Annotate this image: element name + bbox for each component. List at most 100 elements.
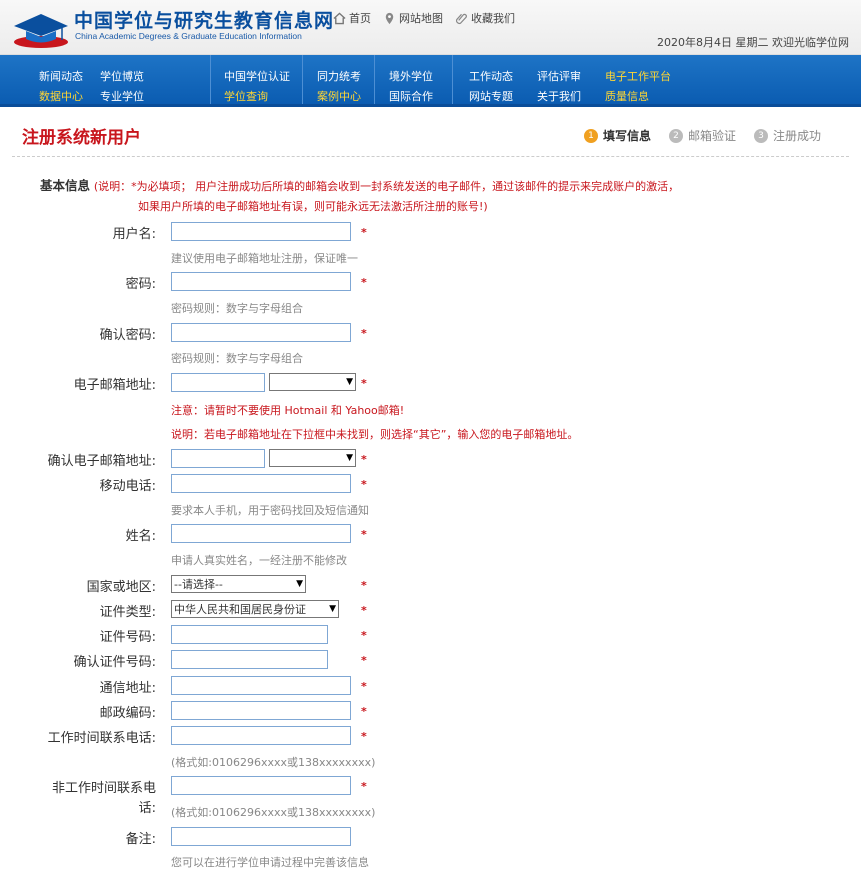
- country-select-value: --请选择--: [174, 578, 223, 591]
- sitemap-link-label: 网站地图: [399, 12, 443, 25]
- title-row: 注册系统新用户 1 填写信息 2 邮箱验证 3 注册成功: [12, 107, 849, 157]
- nav-degree-query[interactable]: 学位查询: [224, 88, 268, 104]
- confirm-id-number-label: 确认证件号码:: [73, 655, 156, 670]
- postcode-input[interactable]: [171, 701, 351, 720]
- step-number: 3: [753, 128, 768, 143]
- required-mark: *: [361, 629, 367, 642]
- location-pin-icon: [385, 12, 394, 24]
- mobile-label: 移动电话:: [99, 479, 156, 494]
- top-links: 首页 网站地图 收藏我们: [333, 10, 515, 26]
- chevron-down-icon: ▼: [296, 579, 303, 589]
- password-label: 密码:: [125, 277, 156, 292]
- nav-data-center[interactable]: 数据中心: [39, 88, 83, 104]
- confirm-email-domain-select[interactable]: ▼: [269, 449, 356, 467]
- paperclip-icon: [455, 13, 467, 24]
- remark-hint: 您可以在进行学位申请过程中完善该信息: [171, 856, 369, 869]
- nav-degree-cert[interactable]: 中国学位认证: [224, 68, 290, 84]
- remark-input[interactable]: [171, 827, 351, 846]
- required-mark: *: [361, 528, 367, 541]
- postcode-label: 邮政编码:: [99, 706, 156, 721]
- off-phone-input[interactable]: [171, 776, 351, 795]
- required-mark: *: [361, 579, 367, 592]
- nav-overseas-degree[interactable]: 境外学位: [389, 68, 433, 84]
- favorite-link[interactable]: 收藏我们: [455, 10, 515, 26]
- nav-separator: [374, 55, 375, 104]
- nav-degree-expo[interactable]: 学位博览: [100, 68, 144, 84]
- confirm-email-user-input[interactable]: [171, 449, 265, 468]
- off-phone-label: 非工作时间联系电: [51, 781, 156, 796]
- site-subtitle: China Academic Degrees & Graduate Educat…: [75, 31, 302, 41]
- id-number-input[interactable]: [171, 625, 328, 644]
- id-number-label: 证件号码:: [99, 630, 156, 645]
- progress-steps: 1 填写信息 2 邮箱验证 3 注册成功: [583, 127, 821, 144]
- step-label: 邮箱验证: [687, 129, 736, 143]
- email-note: 说明：若电子邮箱地址在下拉框中未找到，则选择“其它”，输入您的电子邮箱地址。: [171, 428, 579, 441]
- chevron-down-icon: ▼: [329, 604, 336, 614]
- home-link-label: 首页: [349, 12, 371, 25]
- required-mark: *: [361, 478, 367, 491]
- step-fill-info: 1 填写信息: [583, 127, 651, 144]
- off-phone-label-wrap: 话:: [138, 801, 156, 816]
- section-note-continued: 如果用户所填的电子邮箱地址有误，则可能永远无法激活所注册的账号!): [138, 200, 488, 213]
- required-mark: *: [361, 780, 367, 793]
- required-mark: *: [361, 276, 367, 289]
- country-label: 国家或地区:: [86, 580, 156, 595]
- sitemap-link[interactable]: 网站地图: [383, 10, 443, 26]
- home-icon: [333, 11, 346, 24]
- site-header: 中国学位与研究生教育信息网 China Academic Degrees & G…: [0, 0, 861, 55]
- step-label: 注册成功: [772, 129, 821, 143]
- email-domain-select[interactable]: ▼: [269, 373, 356, 391]
- step-register-success: 3 注册成功: [753, 127, 821, 144]
- graduation-cap-logo-icon: [14, 14, 68, 48]
- date-welcome: 2020年8月4日 星期二 欢迎光临学位网: [657, 36, 849, 49]
- nav-work-news[interactable]: 工作动态: [469, 68, 513, 84]
- section-basic-info: 基本信息 (说明：*为必填项； 用户注册成功后所填的邮箱会收到一封系统发送的电子…: [40, 175, 679, 194]
- chevron-down-icon: ▼: [346, 453, 353, 463]
- confirm-password-hint: 密码规则：数字与字母组合: [171, 352, 303, 365]
- confirm-password-input[interactable]: [171, 323, 351, 342]
- address-input[interactable]: [171, 676, 351, 695]
- nav-separator: [210, 55, 211, 104]
- nav-case-center[interactable]: 案例中心: [317, 88, 361, 104]
- nav-tongli-exam[interactable]: 同力统考: [317, 68, 361, 84]
- mobile-input[interactable]: [171, 474, 351, 493]
- chevron-down-icon: ▼: [346, 377, 353, 387]
- country-select[interactable]: --请选择-- ▼: [171, 575, 306, 593]
- home-link[interactable]: 首页: [333, 10, 371, 26]
- work-phone-label: 工作时间联系电话:: [47, 731, 156, 746]
- address-label: 通信地址:: [99, 681, 156, 696]
- name-input[interactable]: [171, 524, 351, 543]
- work-phone-input[interactable]: [171, 726, 351, 745]
- password-input[interactable]: [171, 272, 351, 291]
- work-phone-hint: (格式如:0106296xxxx或138xxxxxxxx): [171, 756, 376, 769]
- page-title: 注册系统新用户: [22, 128, 141, 148]
- required-mark: *: [361, 730, 367, 743]
- confirm-password-label: 确认密码:: [99, 328, 156, 343]
- name-label: 姓名:: [125, 529, 156, 544]
- required-mark: *: [361, 327, 367, 340]
- site-title[interactable]: 中国学位与研究生教育信息网: [74, 6, 334, 33]
- nav-separator: [302, 55, 303, 104]
- nav-professional-degree[interactable]: 专业学位: [100, 88, 144, 104]
- required-mark: *: [361, 453, 367, 466]
- required-mark: *: [361, 377, 367, 390]
- nav-topics[interactable]: 网站专题: [469, 88, 513, 104]
- nav-news[interactable]: 新闻动态: [39, 68, 83, 84]
- nav-e-platform[interactable]: 电子工作平台: [605, 68, 671, 84]
- nav-about[interactable]: 关于我们: [537, 88, 581, 104]
- nav-evaluation[interactable]: 评估评审: [537, 68, 581, 84]
- section-title: 基本信息: [40, 178, 91, 193]
- id-type-select[interactable]: 中华人民共和国居民身份证 ▼: [171, 600, 339, 618]
- nav-international[interactable]: 国际合作: [389, 88, 433, 104]
- mobile-hint: 要求本人手机，用于密码找回及短信通知: [171, 504, 369, 517]
- confirm-email-label: 确认电子邮箱地址:: [47, 454, 156, 469]
- nav-quality-info[interactable]: 质量信息: [605, 88, 649, 104]
- step-number: 2: [668, 128, 683, 143]
- username-input[interactable]: [171, 222, 351, 241]
- email-user-input[interactable]: [171, 373, 265, 392]
- nav-separator: [452, 55, 453, 104]
- required-mark: *: [361, 654, 367, 667]
- confirm-id-number-input[interactable]: [171, 650, 328, 669]
- required-mark: *: [361, 705, 367, 718]
- email-warning: 注意：请暂时不要使用 Hotmail 和 Yahoo邮箱!: [171, 404, 405, 417]
